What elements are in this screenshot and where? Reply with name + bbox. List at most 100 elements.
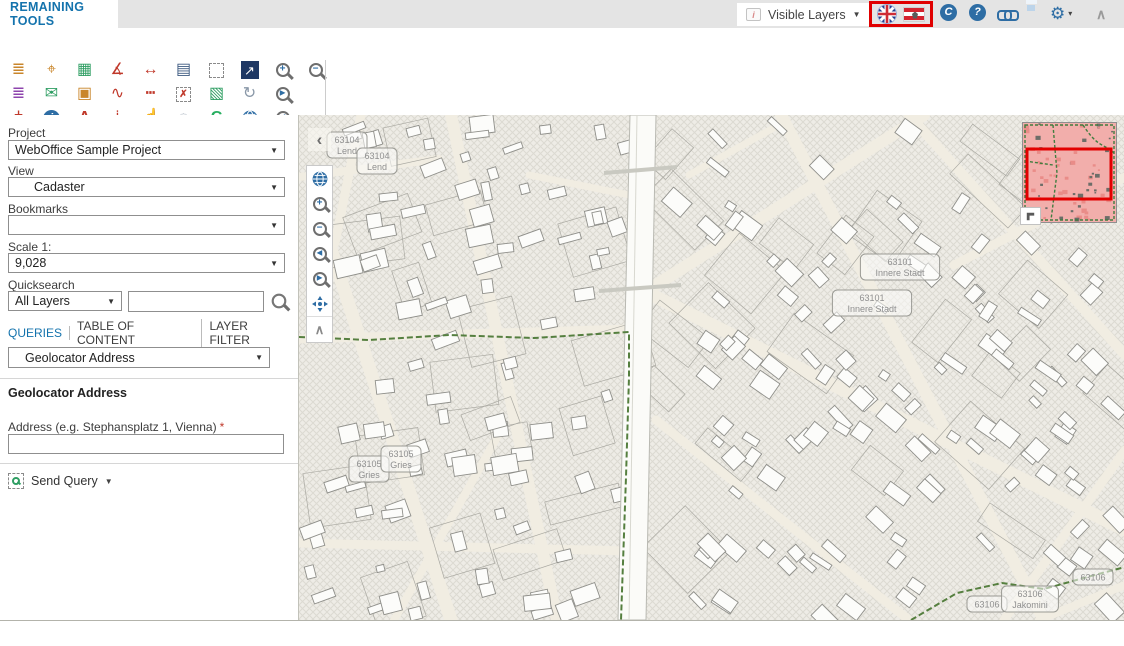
map-canvas[interactable]: 63104Lend63104Lend63101Innere Stadt63101… (299, 115, 1124, 620)
add-theme-icon[interactable]: ≣ (2, 58, 35, 82)
zoom-out-icon: − (309, 63, 323, 77)
copy-theme-icon[interactable]: ≣ (2, 82, 35, 106)
measure-distance-icon[interactable]: ↔ (134, 58, 167, 82)
svg-text:Innere Stadt: Innere Stadt (847, 304, 897, 314)
overview-toggle-button[interactable] (1020, 207, 1041, 225)
measure-distance-icon: ↔ (143, 62, 159, 78)
measure-area-icon[interactable]: ∡ (101, 58, 134, 82)
visible-layers-label: Visible Layers (768, 8, 846, 22)
xy-coordinates-icon[interactable]: ⌖ (35, 58, 68, 82)
zoom-in-icon: + (276, 63, 290, 77)
collapse-header-icon: ∧ (1096, 6, 1106, 22)
scale-value: 9,028 (15, 256, 270, 270)
project-label: Project (8, 126, 45, 140)
zoom-out-icon: − (313, 222, 327, 236)
help-icon: ? (969, 4, 986, 21)
quicksearch-layer-value: All Layers (15, 294, 107, 308)
center-map-icon[interactable] (307, 291, 332, 316)
next-extent-icon[interactable]: ▸ (307, 266, 332, 291)
scale-label: Scale 1: (8, 240, 51, 254)
query-select[interactable]: Geolocator Address ▼ (8, 347, 270, 368)
scale-select[interactable]: 9,028 ▼ (8, 253, 285, 273)
bookmarks-select[interactable]: ▼ (8, 215, 285, 235)
top-bar: REMAINING TOOLS i Visible Layers ▼ C (0, 0, 1124, 28)
export-map-icon[interactable]: ▦ (68, 58, 101, 82)
print-icon[interactable]: ▤ (167, 58, 200, 82)
import-map-icon[interactable]: ▧ (200, 82, 233, 106)
full-extent-icon (312, 171, 328, 187)
next-extent-icon[interactable]: ▸ (266, 82, 299, 106)
english-flag[interactable] (877, 4, 897, 24)
project-select[interactable]: WebOffice Sample Project ▼ (8, 140, 285, 160)
select-rectangle-icon (209, 63, 224, 78)
send-map-mail-icon[interactable]: ✉ (35, 82, 68, 106)
import-map-icon: ▧ (209, 86, 224, 102)
zoom-out-icon[interactable]: − (299, 58, 332, 82)
clear-selection-icon[interactable]: ✗ (167, 82, 200, 106)
continue-workflow-icon[interactable]: ↻ (233, 82, 266, 106)
chevron-down-icon: ▼ (270, 221, 278, 230)
svg-text:63101: 63101 (887, 257, 912, 267)
quicksearch-input[interactable] (128, 291, 264, 312)
full-extent-icon[interactable] (307, 166, 332, 191)
svg-text:63106: 63106 (974, 600, 999, 610)
svg-text:Jakomini: Jakomini (1012, 600, 1048, 610)
chevron-down-icon: ▼ (107, 297, 115, 306)
divider (0, 378, 298, 379)
settings-gear-icon[interactable]: ⚙▾ (1050, 5, 1072, 24)
svg-text:63105: 63105 (388, 449, 413, 459)
contrast-icon[interactable]: C (940, 4, 957, 21)
quicksearch-layer-select[interactable]: All Layers ▼ (8, 291, 122, 311)
measure-freehand-icon[interactable]: ∿ (101, 82, 134, 106)
zoom-in-icon[interactable]: + (266, 58, 299, 82)
help-icon[interactable]: ? (969, 4, 986, 21)
collapse-sidebar-button[interactable]: ‹ (308, 128, 331, 151)
search-icon[interactable] (272, 294, 287, 309)
copy-theme-icon: ≣ (12, 86, 25, 102)
export-map-icon: ▦ (77, 62, 92, 78)
english-flag-icon (877, 4, 897, 24)
select-rectangle-icon[interactable] (200, 58, 233, 82)
tab-queries[interactable]: QUERIES (8, 326, 70, 340)
open-new-window-icon: ↗ (241, 61, 259, 79)
zoom-in-icon[interactable]: + (307, 191, 332, 216)
tab-table-of-content[interactable]: TABLE OF CONTENT (70, 319, 202, 347)
collapse-header-icon[interactable]: ∧ (1096, 6, 1106, 24)
language-switch-highlight (869, 1, 933, 27)
corner-arrow-icon (1024, 210, 1037, 223)
previous-extent-icon[interactable]: ◂ (307, 241, 332, 266)
next-extent-icon: ▸ (313, 272, 327, 286)
measure-area-icon: ∡ (110, 62, 124, 78)
toolbar-row: ≣ ✉▣ ∿ ┅ ✗ ▧ ↻ ▸ (2, 82, 332, 106)
tab-remaining-tools[interactable]: REMAINING TOOLS (0, 0, 118, 28)
query-select-value: Geolocator Address (15, 351, 255, 365)
austrian-flag[interactable] (903, 7, 925, 22)
zoom-out-icon[interactable]: − (307, 216, 332, 241)
clear-selection-icon: ✗ (176, 87, 191, 102)
visible-layers-dropdown[interactable]: i Visible Layers ▼ (737, 3, 870, 26)
address-input[interactable] (8, 434, 284, 454)
svg-text:Gries: Gries (390, 460, 412, 470)
open-new-window-icon[interactable]: ↗ (233, 58, 266, 82)
measure-segment-icon[interactable]: ┅ (134, 82, 167, 106)
contrast-icon: C (940, 4, 957, 21)
overview-map-icon[interactable]: ▣ (68, 82, 101, 106)
required-asterisk: * (220, 420, 225, 434)
svg-text:Innere Stadt: Innere Stadt (875, 268, 925, 278)
svg-text:63106: 63106 (1017, 589, 1042, 599)
svg-text:63106: 63106 (1080, 573, 1105, 583)
tab-layer-filter[interactable]: LAYER FILTER (202, 319, 298, 347)
view-select[interactable]: Cadaster ▼ (8, 177, 285, 197)
chevron-down-icon: ▼ (270, 183, 278, 192)
next-extent-icon: ▸ (276, 87, 290, 101)
divider (0, 463, 298, 464)
svg-text:63105: 63105 (356, 459, 381, 469)
xy-coordinates-icon: ⌖ (47, 62, 56, 78)
send-query-button[interactable]: Send Query ▼ (8, 473, 113, 489)
collapse-map-toolbar-button[interactable]: ∧ (307, 317, 332, 342)
measure-freehand-icon: ∿ (111, 86, 124, 102)
address-field-label: Address (e.g. Stephansplatz 1, Vienna)* (8, 420, 224, 434)
overview-map[interactable] (1022, 122, 1117, 223)
add-theme-icon: ≣ (12, 62, 25, 78)
address-label-text: Address (e.g. Stephansplatz 1, Vienna) (8, 420, 217, 434)
